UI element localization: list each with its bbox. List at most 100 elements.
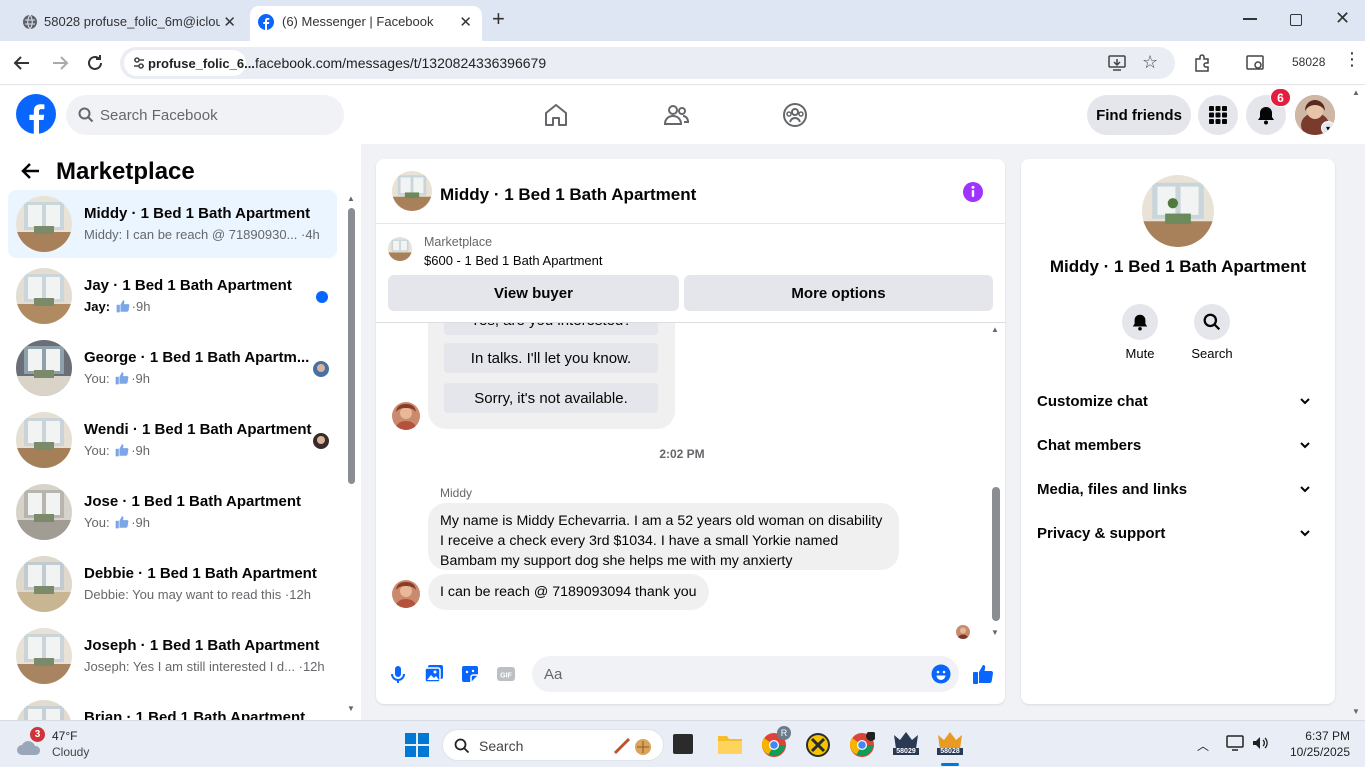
sender-avatar[interactable] — [392, 580, 420, 608]
thread-scroll-thumb[interactable] — [992, 487, 1000, 621]
photo-icon[interactable] — [424, 664, 444, 684]
clock[interactable]: 6:37 PM 10/25/2025 — [1288, 729, 1350, 759]
browser-tab-icloud[interactable]: 58028 profuse_folic_6m@icloud ✕ — [8, 6, 246, 41]
clock-date: 10/25/2025 — [1289, 745, 1350, 759]
chat-title[interactable]: Middy · 1 Bed 1 Bath Apartment — [440, 185, 696, 205]
app-58029-icon[interactable]: 58029 — [893, 731, 919, 759]
weather-widget[interactable]: 3 47°F Cloudy — [14, 727, 134, 763]
section-label: Privacy & support — [1037, 524, 1166, 542]
conversation-item[interactable]: Middy · 1 Bed 1 Bath Apartment Middy: I c… — [8, 190, 337, 258]
chrome-profile-r-icon[interactable]: R — [761, 726, 791, 758]
conversation-item[interactable]: George · 1 Bed 1 Bath Apartm... You: ·9h — [8, 334, 337, 402]
conversation-item[interactable]: Brian · 1 Bed 1 Bath Apartment — [8, 694, 337, 720]
thumbs-up-send-icon[interactable] — [972, 663, 994, 685]
windows-start-icon[interactable] — [405, 733, 429, 757]
app-58028-icon[interactable]: 58028 — [937, 731, 963, 759]
clock-time: 6:37 PM — [1305, 729, 1350, 743]
search-in-chat-button[interactable]: Search — [1189, 304, 1235, 361]
account-avatar[interactable]: ▾ — [1295, 95, 1335, 135]
file-explorer-icon[interactable] — [717, 733, 743, 759]
mute-button[interactable]: Mute — [1119, 304, 1161, 361]
bookmark-star-icon[interactable]: ☆ — [1142, 53, 1158, 71]
emoji-icon[interactable] — [931, 664, 951, 684]
minimize-button[interactable] — [1243, 18, 1257, 20]
reload-button[interactable] — [85, 53, 105, 73]
sidebar-scrollbar[interactable]: ▲ ▼ — [345, 194, 355, 714]
message-bubble-2[interactable]: I can be reach @ 7189093094 thank you — [428, 574, 709, 610]
facebook-header: Search Facebook Find friends 6 ▾ — [0, 86, 1365, 144]
gif-icon[interactable]: GIF — [496, 664, 516, 684]
bell-icon — [1258, 107, 1274, 125]
sender-avatar[interactable] — [392, 402, 420, 430]
more-options-label: More options — [791, 284, 886, 302]
notifications-button[interactable]: 6 — [1246, 88, 1291, 135]
conversation-item[interactable]: Jose · 1 Bed 1 Bath Apartment You: ·9h — [8, 478, 337, 546]
message-bubble-1[interactable]: My name is Middy Echevarria. I am a 52 y… — [428, 503, 899, 570]
svg-text:GIF: GIF — [500, 673, 512, 680]
sidebar-scroll-thumb[interactable] — [348, 208, 355, 484]
chat-members-row[interactable]: Chat members — [1037, 431, 1319, 459]
microphone-icon[interactable] — [388, 664, 408, 684]
media-files-links-row[interactable]: Media, files and links — [1037, 475, 1319, 503]
chat-header-avatar[interactable] — [392, 171, 432, 211]
message-input[interactable]: Aa — [532, 656, 959, 692]
extensions-icon[interactable] — [1192, 53, 1212, 73]
conversation-item[interactable]: Wendi · 1 Bed 1 Bath Apartment You: ·9h — [8, 406, 337, 474]
privacy-support-row[interactable]: Privacy & support — [1037, 519, 1319, 547]
app-x-icon[interactable] — [805, 732, 831, 758]
forward-button[interactable] — [50, 53, 70, 73]
more-options-button[interactable]: More options — [684, 275, 993, 311]
quick-reply-1[interactable]: Yes, are you interested? — [444, 323, 658, 335]
page-scroll-up[interactable]: ▲ — [1352, 88, 1360, 97]
quick-reply-2[interactable]: In talks. I'll let you know. — [444, 343, 658, 373]
thread-scrollbar[interactable]: ▲ ▼ — [990, 323, 1000, 641]
find-friends-button[interactable]: Find friends — [1087, 95, 1191, 135]
close-window-button[interactable]: ✕ — [1335, 9, 1350, 27]
conversation-avatar — [16, 484, 72, 540]
tab-search-icon[interactable] — [1245, 53, 1265, 73]
network-icon[interactable] — [1226, 735, 1244, 751]
facebook-search-input[interactable]: Search Facebook — [66, 95, 344, 135]
info-avatar[interactable] — [1142, 175, 1214, 247]
conversation-snippet: Jay: ·9h — [84, 299, 150, 314]
browser-menu-icon[interactable]: ⋮ — [1343, 50, 1361, 68]
back-arrow-icon[interactable] — [20, 160, 42, 182]
home-nav-icon[interactable] — [543, 102, 569, 128]
listing-price-title[interactable]: $600 - 1 Bed 1 Bath Apartment — [424, 253, 603, 268]
quick-reply-3[interactable]: Sorry, it's not available. — [444, 383, 658, 413]
groups-nav-icon[interactable] — [782, 102, 808, 128]
sticker-icon[interactable] — [460, 664, 480, 684]
conversation-item[interactable]: Joseph · 1 Bed 1 Bath Apartment Joseph: Y… — [8, 622, 337, 690]
conversation-item[interactable]: Debbie · 1 Bed 1 Bath Apartment Debbie: Y… — [8, 550, 337, 618]
back-button[interactable] — [12, 53, 32, 73]
profile-chip[interactable]: profuse_folic_6... — [124, 50, 255, 76]
view-buyer-button[interactable]: View buyer — [388, 275, 679, 311]
browser-profile-label[interactable]: 58028 — [1292, 55, 1325, 69]
restore-button[interactable] — [1290, 14, 1302, 26]
chat-info-icon[interactable] — [962, 181, 984, 203]
volume-icon[interactable] — [1251, 735, 1269, 751]
menu-grid-button[interactable] — [1198, 95, 1238, 135]
customize-chat-row[interactable]: Customize chat — [1037, 387, 1319, 415]
show-hidden-icons[interactable]: ︿ — [1197, 737, 1209, 754]
close-tab-icon[interactable]: ✕ — [459, 15, 472, 30]
task-view-icon[interactable] — [673, 734, 693, 754]
snippet-prefix: You: — [84, 443, 110, 458]
install-app-icon[interactable] — [1108, 54, 1126, 72]
close-tab-icon[interactable]: ✕ — [223, 15, 236, 30]
browser-tab-messenger[interactable]: (6) Messenger | Facebook ✕ — [250, 6, 482, 41]
listing-thumbnail[interactable] — [388, 237, 412, 261]
page-scroll-down[interactable]: ▼ — [1352, 707, 1360, 716]
address-bar[interactable]: profuse_folic_6... facebook.com/messages… — [120, 47, 1175, 79]
conversation-name: Joseph · 1 Bed 1 Bath Apartment — [84, 637, 320, 654]
snippet-time: ·9h — [131, 443, 150, 458]
friends-nav-icon[interactable] — [663, 102, 689, 128]
conversation-snippet: You: ·9h — [84, 371, 150, 386]
new-tab-button[interactable]: + — [492, 8, 505, 30]
facebook-logo-icon[interactable] — [16, 94, 56, 134]
like-icon — [113, 443, 131, 458]
conversation-item[interactable]: Jay · 1 Bed 1 Bath Apartment Jay: ·9h — [8, 262, 337, 330]
active-app-indicator — [941, 763, 959, 766]
chrome-profile-icon[interactable] — [849, 732, 875, 758]
taskbar-search[interactable]: Search — [442, 729, 664, 761]
